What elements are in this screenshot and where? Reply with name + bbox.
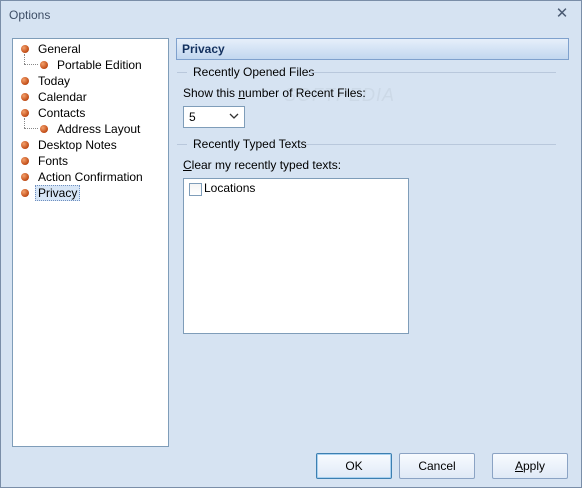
- tree-item-label: Action Confirmation: [38, 170, 143, 184]
- tree-connector: [24, 54, 25, 64]
- bullet-icon: [40, 61, 48, 69]
- bullet-icon: [21, 93, 29, 101]
- tree-item-label: Contacts: [38, 106, 86, 120]
- tree-item-label: Address Layout: [57, 122, 141, 136]
- tree-item-label: Portable Edition: [57, 58, 142, 72]
- clear-typed-texts-label: Clear my recently typed texts:: [183, 158, 341, 172]
- chevron-down-icon[interactable]: [229, 109, 239, 126]
- group-divider: [306, 144, 556, 145]
- close-icon[interactable]: ✕: [553, 5, 571, 23]
- recent-files-count-select[interactable]: 5: [183, 106, 245, 128]
- cancel-button[interactable]: Cancel: [399, 453, 475, 479]
- list-item[interactable]: Locations: [184, 179, 404, 197]
- ok-button[interactable]: OK: [316, 453, 392, 479]
- recent-files-count-label: Show this number of Recent Files:: [183, 86, 366, 100]
- options-tree[interactable]: General Portable Edition Today Calendar …: [12, 38, 169, 447]
- button-label: OK: [345, 459, 363, 473]
- button-label: Cancel: [418, 459, 456, 473]
- bullet-icon: [21, 45, 29, 53]
- title-bar[interactable]: Options ✕: [1, 1, 581, 29]
- locations-checkbox[interactable]: [189, 183, 202, 196]
- button-mnemonic: A: [514, 459, 523, 473]
- tree-item-label: Today: [38, 74, 71, 88]
- tree-item-label: General: [38, 42, 81, 56]
- options-window: Options ✕ General Portable Edition Today…: [0, 0, 582, 488]
- bullet-icon: [21, 173, 29, 181]
- group-divider: [177, 144, 187, 145]
- label-text: umber of Recent Files:: [245, 86, 366, 100]
- label-text: Show this: [183, 86, 239, 100]
- button-label: pply: [523, 459, 546, 473]
- group-divider: [177, 72, 187, 73]
- tree-item-label: Fonts: [38, 154, 69, 168]
- panel-header: Privacy: [176, 38, 569, 60]
- select-value: 5: [189, 110, 196, 124]
- panel-title: Privacy: [182, 42, 225, 56]
- tree-item-label: Desktop Notes: [38, 138, 117, 152]
- apply-button[interactable]: Apply: [492, 453, 568, 479]
- window-title: Options: [9, 8, 51, 22]
- tree-item-label: Calendar: [38, 90, 87, 104]
- bullet-icon: [21, 157, 29, 165]
- bullet-icon: [40, 125, 48, 133]
- bullet-icon: [21, 109, 29, 117]
- tree-connector: [24, 64, 38, 65]
- tree-connector: [24, 128, 38, 129]
- label-mnemonic: C: [183, 158, 192, 172]
- group-divider: [308, 72, 556, 73]
- typed-texts-list[interactable]: Locations: [183, 178, 409, 334]
- label-text: lear my recently typed texts:: [191, 158, 342, 172]
- group-title-typed-texts: Recently Typed Texts: [193, 137, 307, 151]
- group-title-recent-files: Recently Opened Files: [193, 65, 315, 79]
- bullet-icon: [21, 77, 29, 85]
- bullet-icon: [21, 141, 29, 149]
- checkbox-label: Locations: [204, 181, 256, 195]
- bullet-icon: [21, 189, 29, 197]
- tree-item-label: Privacy: [35, 185, 81, 201]
- tree-connector: [24, 118, 25, 128]
